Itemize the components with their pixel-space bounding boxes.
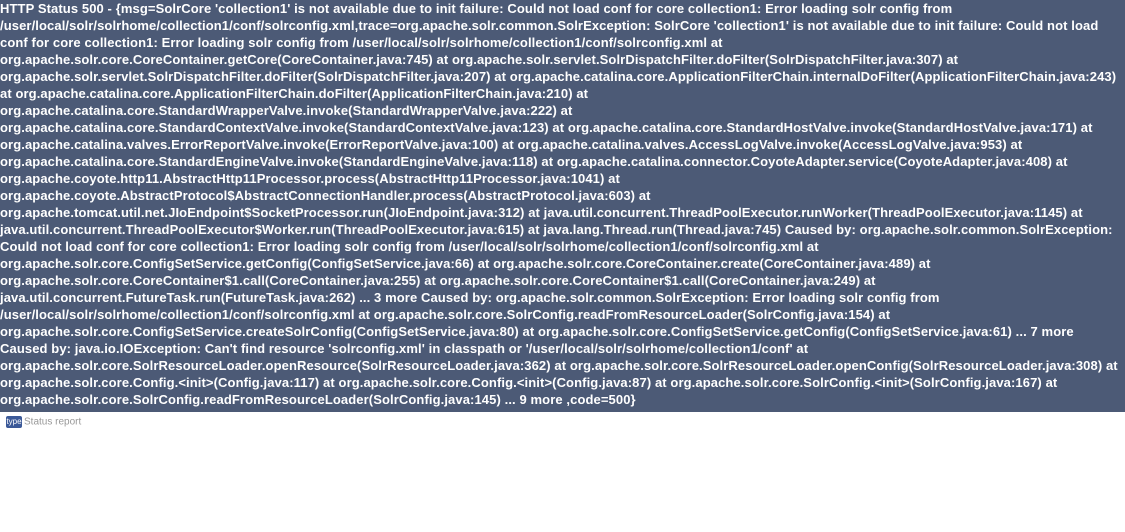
status-report-line: typeStatus report <box>0 412 87 432</box>
status-report-label: Status report <box>24 417 81 428</box>
status-type-marker: type <box>6 416 22 428</box>
error-stacktrace: HTTP Status 500 - {msg=SolrCore 'collect… <box>0 0 1125 412</box>
